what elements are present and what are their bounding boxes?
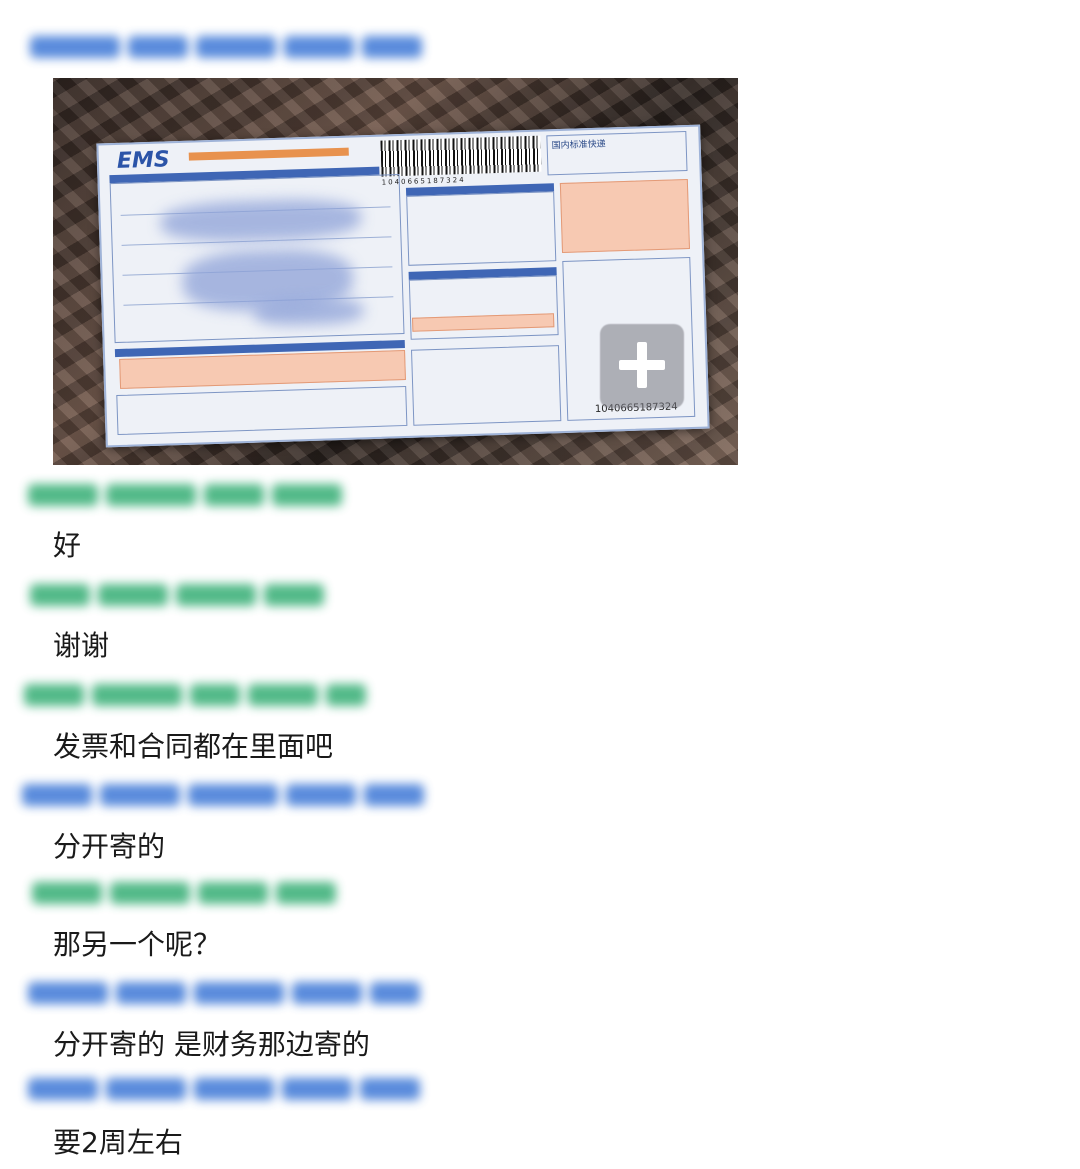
waybill-photo[interactable]: EMS 1040665187324 国内标准快递 1040665187324 — [53, 78, 738, 465]
message-text: 发票和合同都在里面吧 — [53, 730, 334, 763]
sender-header-blurred — [24, 678, 374, 712]
form-title: 国内标准快递 — [551, 139, 606, 152]
sender-header-blurred — [22, 778, 432, 812]
barcode — [380, 135, 542, 177]
logo-band — [188, 147, 349, 161]
message-text: 谢谢 — [53, 629, 110, 662]
sender-header-blurred — [28, 1072, 428, 1106]
sender-header-blurred — [28, 976, 428, 1010]
sender-header-blurred — [32, 876, 344, 910]
notice-box — [559, 179, 690, 253]
sender-header-blurred — [30, 30, 430, 64]
message-text: 那另一个呢？ — [53, 928, 222, 961]
message-text: 分开寄的 是财务那边寄的 — [53, 1028, 370, 1061]
sender-header-blurred — [30, 578, 332, 612]
message-text: 要2周左右 — [53, 1126, 183, 1159]
message-text: 好 — [53, 529, 82, 562]
sender-header-blurred — [28, 478, 350, 512]
service-section — [406, 191, 557, 266]
ems-logo: EMS — [116, 147, 171, 174]
content-section — [116, 385, 408, 436]
declared-value-box — [119, 349, 406, 389]
delivery-section — [411, 345, 562, 426]
form-title-box: 国内标准快递 — [546, 131, 688, 176]
message-text: 分开寄的 — [53, 830, 166, 863]
plus-icon[interactable] — [613, 336, 671, 394]
